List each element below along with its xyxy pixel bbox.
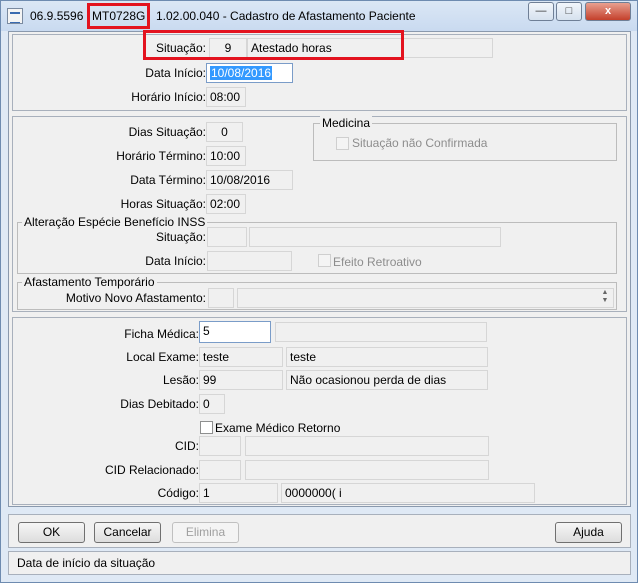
local-exame-code-field[interactable]: teste [199,347,283,367]
alteracao-title: Alteração Espécie Benefício INSS [22,215,208,229]
panel-termino: Dias Situação: 0 Horário Término: 10:00 … [12,116,627,312]
local-exame-label: Local Exame: [126,350,199,364]
cancelar-button[interactable]: Cancelar [94,522,161,543]
cid-code-field[interactable] [199,436,241,456]
alt-data-inicio-label: Data Início: [145,254,206,268]
alt-situacao-label: Situação: [155,230,206,244]
button-bar: OK Cancelar Elimina Ajuda [8,514,631,548]
dialog-window: 06.9.5596 MT0728G 1.02.00.040 - Cadastro… [0,0,638,583]
dias-situacao-field[interactable]: 0 [206,122,243,142]
motivo-label: Motivo Novo Afastamento: [65,291,206,305]
efeito-retroativo-checkbox[interactable] [318,254,331,267]
codigo-desc-field[interactable]: 0000000( i [281,483,535,503]
version-text: 06.9.5596 [30,9,84,23]
data-inicio-value: 10/08/2016 [210,66,273,80]
panel-situacao: Situação: 9 Atestado horas Data Início: … [12,30,627,111]
ajuda-button[interactable]: Ajuda [555,522,622,543]
cid-label: CID: [175,439,199,453]
panel-exame: Ficha Médica: 5 Local Exame: teste teste… [12,317,627,505]
group-medicina: Medicina Situação não Confirmada [313,116,617,161]
ficha-medica-label: Ficha Médica: [124,327,199,341]
lesao-code-field[interactable]: 99 [199,370,283,390]
title-bar: 06.9.5596 MT0728G 1.02.00.040 - Cadastro… [1,1,637,31]
dias-situacao-label: Dias Situação: [128,125,206,139]
local-exame-desc-field[interactable]: teste [286,347,488,367]
elimina-button[interactable]: Elimina [172,522,239,543]
minimize-icon: — [535,5,547,17]
close-button[interactable]: x [585,2,631,21]
codigo-label: Código: [157,486,199,500]
highlight-program-code [87,3,150,29]
cid-desc-field[interactable] [245,436,489,456]
medicina-title: Medicina [320,116,373,130]
horario-inicio-field[interactable]: 08:00 [206,87,246,107]
motivo-desc-field[interactable] [237,288,614,308]
data-termino-field[interactable]: 10/08/2016 [206,170,293,190]
alt-data-inicio-field[interactable] [207,251,292,271]
dias-debitado-label: Dias Debitado: [120,397,199,411]
efeito-retroativo-label: Efeito Retroativo [333,255,422,269]
alt-situacao-code-field[interactable] [207,227,247,247]
app-icon[interactable] [7,8,23,24]
codigo-field[interactable]: 1 [199,483,278,503]
horas-situacao-field[interactable]: 02:00 [206,194,246,214]
highlight-situacao [143,30,404,60]
horas-situacao-label: Horas Situação: [120,197,206,211]
group-afastamento-temporario: Afastamento Temporário Motivo Novo Afast… [17,275,617,310]
ficha-medica-field[interactable]: 5 [199,321,271,343]
alt-situacao-desc-field[interactable] [249,227,501,247]
group-alteracao-especie: Alteração Espécie Benefício INSS Situaçã… [17,215,617,274]
motivo-code-field[interactable] [208,288,234,308]
lesao-label: Lesão: [162,373,199,387]
horario-termino-label: Horário Término: [116,149,206,163]
data-inicio-field[interactable]: 10/08/2016 [206,63,293,83]
situacao-nao-confirmada-checkbox[interactable] [336,137,349,150]
window-title: 1.02.00.040 - Cadastro de Afastamento Pa… [156,9,416,23]
status-bar: Data de início da situação [8,551,631,575]
situacao-nao-confirmada-label: Situação não Confirmada [352,136,488,150]
data-termino-label: Data Término: [130,173,206,187]
exame-retorno-label: Exame Médico Retorno [215,421,341,435]
minimize-button[interactable]: — [528,2,554,21]
motivo-spin-control[interactable]: ▲ ▼ [598,289,612,307]
lesao-desc-field[interactable]: Não ocasionou perda de dias [286,370,488,390]
cid-relacionado-label: CID Relacionado: [104,463,199,477]
afastamento-title: Afastamento Temporário [22,275,157,289]
cid-relacionado-code-field[interactable] [199,460,241,480]
form-area: Situação: 9 Atestado horas Data Início: … [8,30,631,507]
cid-relacionado-desc-field[interactable] [245,460,489,480]
horario-termino-field[interactable]: 10:00 [206,146,246,166]
dias-debitado-field[interactable]: 0 [199,394,225,414]
ficha-medica-desc-field[interactable] [275,322,487,342]
ok-button[interactable]: OK [18,522,85,543]
maximize-icon: □ [565,5,573,17]
exame-retorno-checkbox[interactable] [200,421,213,434]
data-inicio-label: Data Início: [145,66,206,80]
close-icon: x [604,5,612,17]
horario-inicio-label: Horário Início: [131,90,206,104]
maximize-button[interactable]: □ [556,2,582,21]
